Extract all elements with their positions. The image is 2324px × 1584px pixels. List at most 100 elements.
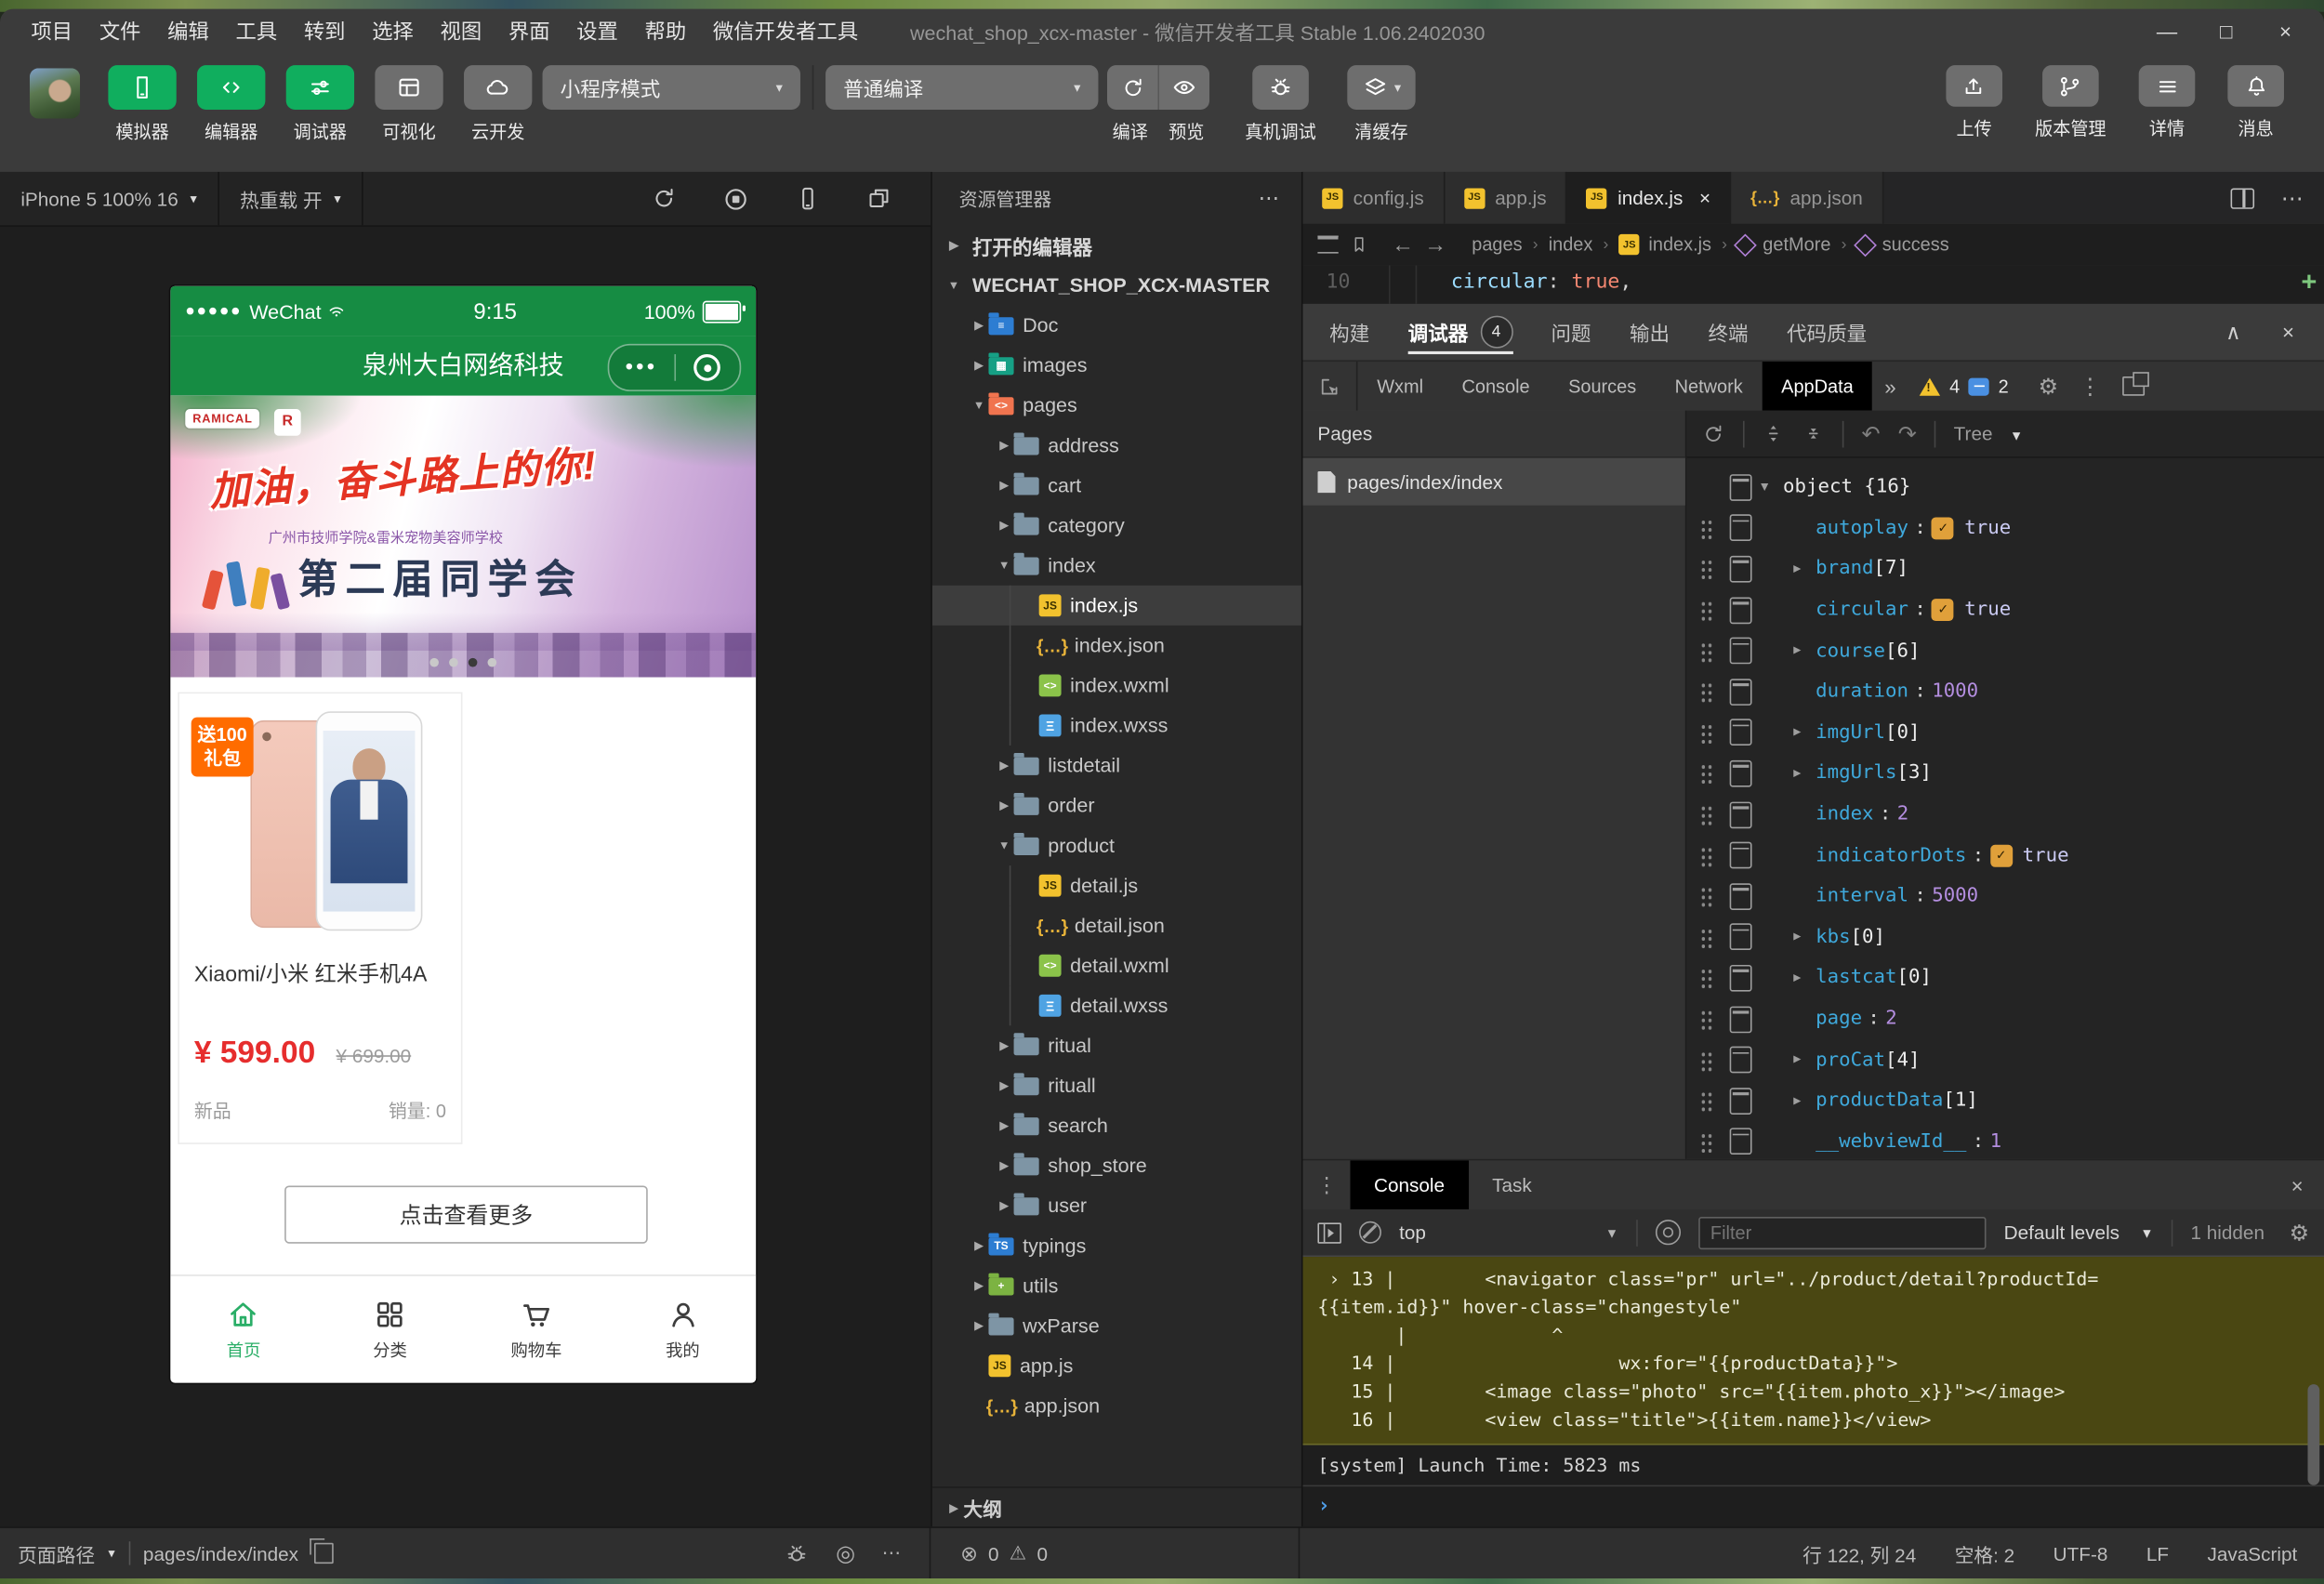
appdata-entry[interactable]: ▶ kbs [0] — [1686, 917, 2324, 957]
compile-mode-select[interactable]: 普通编译 ▾ — [825, 65, 1099, 110]
tree-item[interactable]: ▶ + utils — [932, 1266, 1301, 1306]
checkbox-checked-icon[interactable]: ✓ — [1932, 599, 1955, 622]
tree-item[interactable]: ▶ rituall — [932, 1065, 1301, 1105]
menu-item[interactable]: 设置 — [563, 17, 631, 46]
carousel-dot[interactable] — [429, 657, 439, 667]
appdata-entry[interactable]: index:2 — [1686, 794, 2324, 835]
toolbar-button-code[interactable]: 编辑器 — [197, 65, 266, 144]
tree-item[interactable]: JS index.js — [931, 585, 1301, 626]
appdata-entry[interactable]: ▶ proCat [4] — [1686, 1039, 2324, 1080]
appdata-entry[interactable]: ▶ imgUrl [0] — [1686, 712, 2324, 753]
code-editor[interactable]: 10 circular: true, + — [1302, 265, 2324, 304]
drag-handle[interactable] — [1699, 1008, 1714, 1031]
panel-tab-调试器[interactable]: 调试器 4 — [1407, 304, 1513, 361]
menu-item[interactable]: 视图 — [427, 17, 495, 46]
drag-handle[interactable] — [1699, 558, 1714, 581]
banner-carousel[interactable]: RAMICAL R 加油，奋斗路上的你! 广州市技师学院&雷米宠物美容师学校 第… — [170, 395, 757, 678]
editor-tab-config-js[interactable]: JS config.js — [1302, 171, 1446, 224]
carousel-dot[interactable] — [449, 657, 458, 667]
tree-item[interactable]: <> detail.wxml — [932, 945, 1301, 986]
drag-handle[interactable] — [1699, 680, 1714, 704]
appdata-root-row[interactable]: ▼ object {16} — [1686, 467, 2324, 508]
panel-tab-构建[interactable]: 构建 — [1329, 304, 1369, 361]
drag-handle[interactable] — [1699, 1089, 1714, 1113]
tree-item[interactable]: ▶ order — [932, 785, 1301, 825]
cursor-position[interactable]: 行 122, 列 24 — [1802, 1539, 1916, 1567]
console-tab-task[interactable]: Task — [1469, 1160, 1556, 1209]
toolbar-button-branch[interactable]: 版本管理 — [2035, 65, 2106, 140]
tree-item[interactable]: JS detail.js — [932, 865, 1301, 906]
list-icon[interactable] — [1317, 235, 1339, 254]
tree-item[interactable]: ▶ shop_store — [932, 1145, 1301, 1185]
console-tab-console[interactable]: Console — [1350, 1160, 1469, 1210]
appdata-entry[interactable]: ▶ imgUrls [3] — [1686, 753, 2324, 794]
tabbar-item-home[interactable]: 首页 — [170, 1276, 316, 1383]
toolbar-button-menu[interactable]: 详情 — [2138, 65, 2196, 140]
tree-item[interactable]: ▶ listdetail — [932, 746, 1301, 785]
load-more-button[interactable]: 点击查看更多 — [284, 1185, 648, 1244]
dock-side-icon[interactable] — [2121, 372, 2149, 396]
tree-item[interactable]: ▶ category — [932, 506, 1301, 546]
settings-gear-icon[interactable]: ⚙ — [2039, 373, 2058, 400]
console-prompt[interactable]: › — [1302, 1486, 2324, 1525]
eol[interactable]: LF — [2146, 1542, 2169, 1564]
tree-item[interactable]: ▶ address — [932, 426, 1301, 466]
tabbar-item-user[interactable]: 我的 — [610, 1276, 756, 1383]
appdata-entry[interactable]: __webviewId__:1 — [1686, 1121, 2324, 1159]
kebab-menu-icon[interactable]: ⋮ — [1302, 1160, 1350, 1209]
menu-item[interactable]: 微信开发者工具 — [700, 17, 872, 46]
tree-item[interactable]: Ξindex.wxss — [932, 705, 1301, 746]
menu-item[interactable]: 编辑 — [154, 17, 222, 46]
tree-item[interactable]: ▶ 打开的编辑器 — [932, 225, 1301, 265]
explorer-more-button[interactable]: ⋯ — [1259, 185, 1281, 210]
tabbar-item-grid[interactable]: 分类 — [317, 1276, 463, 1383]
editor-tab-app-json[interactable]: {…} app.json — [1731, 171, 1884, 224]
clear-cache-button[interactable]: ▾ 清缓存 — [1347, 65, 1416, 144]
expand-all-icon[interactable] — [1763, 422, 1785, 444]
indentation[interactable]: 空格: 2 — [1955, 1539, 2015, 1567]
toolbar-button-bell[interactable]: 消息 — [2227, 65, 2284, 140]
panel-tab-终端[interactable]: 终端 — [1709, 304, 1749, 361]
restart-icon[interactable] — [651, 185, 678, 212]
breadcrumb-item[interactable]: getMore — [1734, 232, 1830, 257]
tree-item[interactable]: ▶ cart — [932, 466, 1301, 506]
close-panel-icon[interactable]: × — [2282, 320, 2294, 345]
inspect-element-button[interactable] — [1302, 362, 1358, 411]
ellipsis-menu-icon[interactable]: ⋯ — [882, 1541, 903, 1565]
appdata-entry[interactable]: ▶ lastcat [0] — [1686, 957, 2324, 998]
more-menu-button[interactable]: ••• — [609, 349, 673, 387]
back-icon[interactable]: ← — [1392, 232, 1414, 257]
tree-item[interactable]: JS app.js — [932, 1346, 1301, 1386]
undo-icon[interactable]: ↶ — [1862, 420, 1881, 447]
maximize-button[interactable]: □ — [2197, 20, 2256, 44]
console-output[interactable]: › 13 | <navigator class="pr" url="../pro… — [1302, 1257, 2324, 1527]
kebab-menu-icon[interactable]: ⋮ — [2079, 373, 2101, 400]
tree-item[interactable]: ▶ search — [932, 1105, 1301, 1145]
add-icon[interactable]: + — [2302, 267, 2317, 297]
device-frame-icon[interactable] — [795, 185, 822, 212]
minimize-button[interactable]: — — [2137, 20, 2197, 44]
panel-tab-输出[interactable]: 输出 — [1630, 304, 1670, 361]
editor-tab-index-js[interactable]: JS index.js × — [1566, 171, 1732, 224]
stop-icon[interactable] — [721, 185, 749, 213]
appdata-entry[interactable]: indicatorDots: ✓ true — [1686, 835, 2324, 876]
tree-item[interactable]: ▶ TS typings — [932, 1226, 1301, 1266]
drag-handle[interactable] — [1699, 967, 1714, 990]
close-icon[interactable]: × — [1699, 187, 1710, 209]
forward-icon[interactable]: → — [1424, 232, 1446, 257]
tree-item[interactable]: ▶ ritual — [932, 1025, 1301, 1065]
tree-item[interactable]: {…} app.json — [932, 1386, 1301, 1426]
tree-mode-select[interactable]: Tree ▼ — [1954, 422, 2024, 444]
devtools-tab-network[interactable]: Network — [1656, 362, 1763, 411]
device-select[interactable]: iPhone 5 100% 16 ▾ — [0, 172, 218, 225]
tree-item[interactable]: ▶ ▦ images — [932, 345, 1301, 385]
appdata-entry[interactable]: interval:5000 — [1686, 876, 2324, 917]
panel-tab-代码质量[interactable]: 代码质量 — [1787, 304, 1867, 361]
console-settings-gear-icon[interactable]: ⚙ — [2290, 1219, 2309, 1246]
redo-icon[interactable]: ↷ — [1898, 420, 1917, 447]
statusbar-problems-section[interactable]: ⊗ 0 ⚠ 0 — [931, 1527, 1301, 1579]
ellipsis-menu-icon[interactable]: ⋯ — [2281, 185, 2304, 211]
console-close-button[interactable]: × — [2291, 1160, 2324, 1209]
encoding[interactable]: UTF-8 — [2053, 1542, 2108, 1564]
menu-item[interactable]: 转到 — [291, 17, 359, 46]
